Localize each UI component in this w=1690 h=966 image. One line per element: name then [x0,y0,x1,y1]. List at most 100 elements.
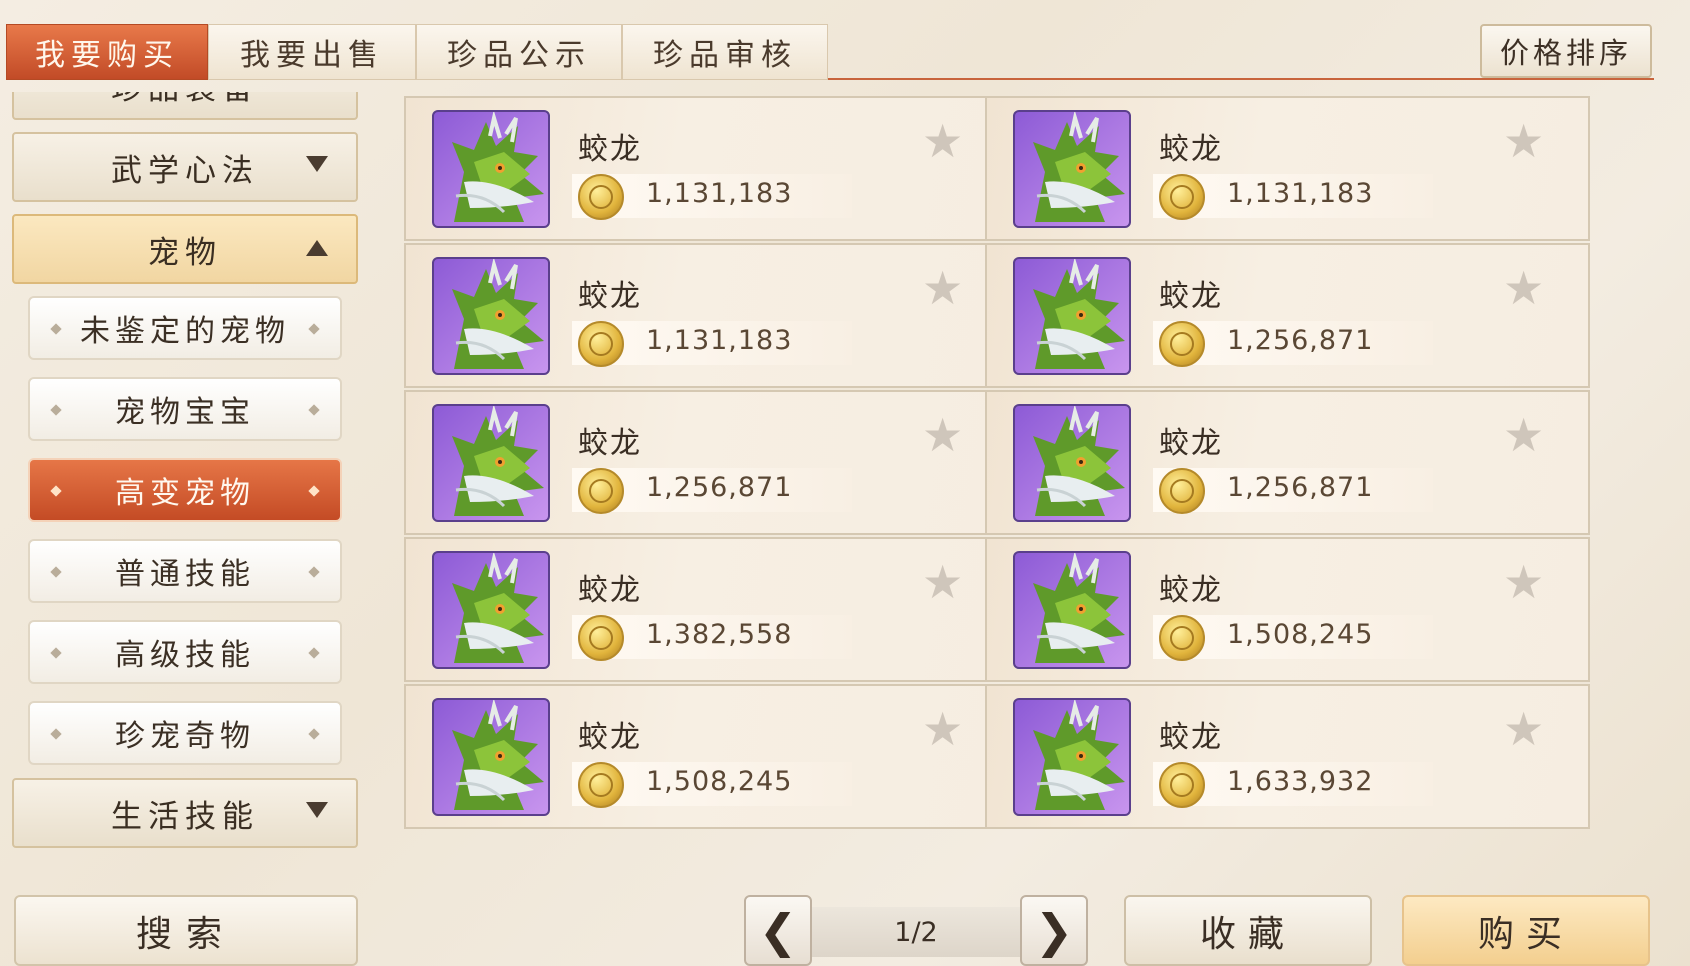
gold-coin-icon [1159,321,1205,367]
subcategory-label: 普通技能 [115,557,255,592]
category-label: 珍品装备 [111,92,259,108]
listing-card[interactable]: 蛟龙 1,508,245 ★ [985,537,1590,682]
gold-coin-icon [578,762,624,808]
star-icon[interactable]: ★ [1503,118,1544,164]
subcategory-label: 高级技能 [115,638,255,673]
subcategory-label: 珍宠奇物 [115,719,255,754]
pet-name: 蛟龙 [1159,720,1223,755]
diamond-icon [50,647,62,659]
pet-name: 蛟龙 [1159,279,1223,314]
star-icon[interactable]: ★ [922,559,963,605]
subcategory-label: 未鉴定的宠物 [80,314,290,349]
pet-name: 蛟龙 [1159,573,1223,608]
diamond-icon [50,404,62,416]
diamond-icon [308,728,320,740]
pet-name: 蛟龙 [578,573,642,608]
subcategory-rare-pet-items[interactable]: 珍宠奇物 [28,701,342,765]
category-partial-top[interactable]: 珍品装备 [12,92,358,120]
diamond-icon [50,485,62,497]
subcategory-label: 宠物宝宝 [115,395,255,430]
gold-coin-icon [578,615,624,661]
diamond-icon [308,647,320,659]
diamond-icon [308,485,320,497]
pet-name: 蛟龙 [578,426,642,461]
listing-card[interactable]: 蛟龙 1,508,245 ★ [404,684,1009,829]
pet-price: 1,508,245 [1227,619,1374,650]
category-label: 宠物 [148,234,222,271]
category-martial-arts[interactable]: 武学心法 [12,132,358,202]
gold-coin-icon [578,174,624,220]
next-page-button[interactable]: ❯ [1020,895,1088,966]
star-icon[interactable]: ★ [922,265,963,311]
star-icon[interactable]: ★ [1503,412,1544,458]
pet-price: 1,131,183 [646,325,793,356]
category-sidebar[interactable]: 珍品装备 武学心法 宠物 未鉴定的宠物 宠物宝宝 高变宠物 普通技能 高级技能 … [10,92,360,864]
pet-name: 蛟龙 [1159,132,1223,167]
tab-sell[interactable]: 我要出售 [208,24,416,80]
listing-card[interactable]: 蛟龙 1,256,871 ★ [985,390,1590,535]
category-label: 武学心法 [111,152,259,189]
subcategory-mutated-pets[interactable]: 高变宠物 [28,458,342,522]
category-label: 生活技能 [111,798,259,835]
pet-price: 1,256,871 [1227,472,1374,503]
subcategory-normal-skills[interactable]: 普通技能 [28,539,342,603]
category-life-skills[interactable]: 生活技能 [12,778,358,848]
diamond-icon [308,566,320,578]
dragon-pet-icon [432,110,550,228]
category-pets[interactable]: 宠物 [12,214,358,284]
tab-buy[interactable]: 我要购买 [6,24,208,80]
pet-price: 1,256,871 [1227,325,1374,356]
pet-name: 蛟龙 [578,720,642,755]
star-icon[interactable]: ★ [922,412,963,458]
chevron-down-icon [306,156,328,172]
listing-card[interactable]: 蛟龙 1,131,183 ★ [404,243,1009,388]
diamond-icon [308,404,320,416]
star-icon[interactable]: ★ [1503,559,1544,605]
chevron-up-icon [306,240,328,256]
listing-card[interactable]: 蛟龙 1,256,871 ★ [404,390,1009,535]
dragon-pet-icon [1013,404,1131,522]
price-sort-button[interactable]: 价格排序 [1480,24,1652,78]
listing-card[interactable]: 蛟龙 1,256,871 ★ [985,243,1590,388]
star-icon[interactable]: ★ [922,706,963,752]
pet-price: 1,508,245 [646,766,793,797]
tab-treasure-announce[interactable]: 珍品公示 [416,24,622,80]
dragon-pet-icon [1013,257,1131,375]
pet-name: 蛟龙 [1159,426,1223,461]
page-indicator: 1/2 [812,907,1020,957]
pet-price: 1,633,932 [1227,766,1374,797]
diamond-icon [50,566,62,578]
pet-name: 蛟龙 [578,132,642,167]
dragon-pet-icon [1013,110,1131,228]
dragon-pet-icon [432,698,550,816]
diamond-icon [308,323,320,335]
subcategory-advanced-skills[interactable]: 高级技能 [28,620,342,684]
listing-card[interactable]: 蛟龙 1,633,932 ★ [985,684,1590,829]
dragon-pet-icon [1013,698,1131,816]
favorite-button[interactable]: 收藏 [1124,895,1372,966]
pet-price: 1,382,558 [646,619,793,650]
star-icon[interactable]: ★ [1503,265,1544,311]
chevron-down-icon [306,802,328,818]
subcategory-pet-babies[interactable]: 宠物宝宝 [28,377,342,441]
subcategory-unidentified-pets[interactable]: 未鉴定的宠物 [28,296,342,360]
search-button[interactable]: 搜索 [14,895,358,966]
subcategory-label: 高变宠物 [115,476,255,511]
gold-coin-icon [1159,174,1205,220]
buy-button[interactable]: 购买 [1402,895,1650,966]
chevron-right-icon: ❯ [1034,903,1074,958]
prev-page-button[interactable]: ❮ [744,895,812,966]
listing-grid: 蛟龙 1,131,183 ★ 蛟龙 1,131,183 ★ 蛟龙 1,131,183 ★ 蛟龙 1,… [404,96,1636,876]
pet-price: 1,131,183 [646,178,793,209]
listing-card[interactable]: 蛟龙 1,382,558 ★ [404,537,1009,682]
tab-treasure-review[interactable]: 珍品审核 [622,24,828,80]
dragon-pet-icon [432,257,550,375]
pet-price: 1,256,871 [646,472,793,503]
gold-coin-icon [578,468,624,514]
star-icon[interactable]: ★ [1503,706,1544,752]
listing-card[interactable]: 蛟龙 1,131,183 ★ [404,96,1009,241]
star-icon[interactable]: ★ [922,118,963,164]
dragon-pet-icon [432,551,550,669]
pet-price: 1,131,183 [1227,178,1374,209]
listing-card[interactable]: 蛟龙 1,131,183 ★ [985,96,1590,241]
